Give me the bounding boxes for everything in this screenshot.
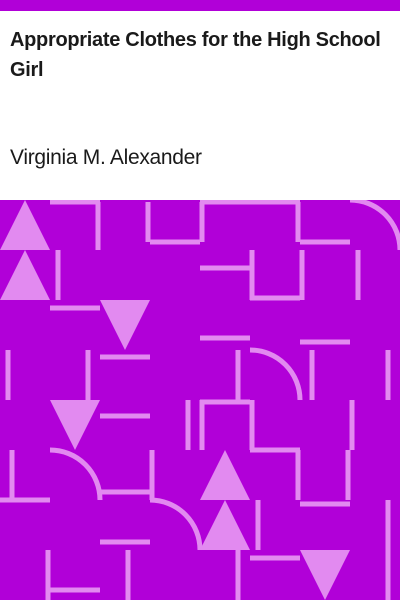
book-author: Virginia M. Alexander xyxy=(10,146,202,169)
top-accent-bar xyxy=(0,0,400,11)
book-title: Appropriate Clothes for the High School … xyxy=(10,29,381,81)
book-cover: Appropriate Clothes for the High School … xyxy=(0,0,400,600)
cover-pattern xyxy=(0,200,400,600)
